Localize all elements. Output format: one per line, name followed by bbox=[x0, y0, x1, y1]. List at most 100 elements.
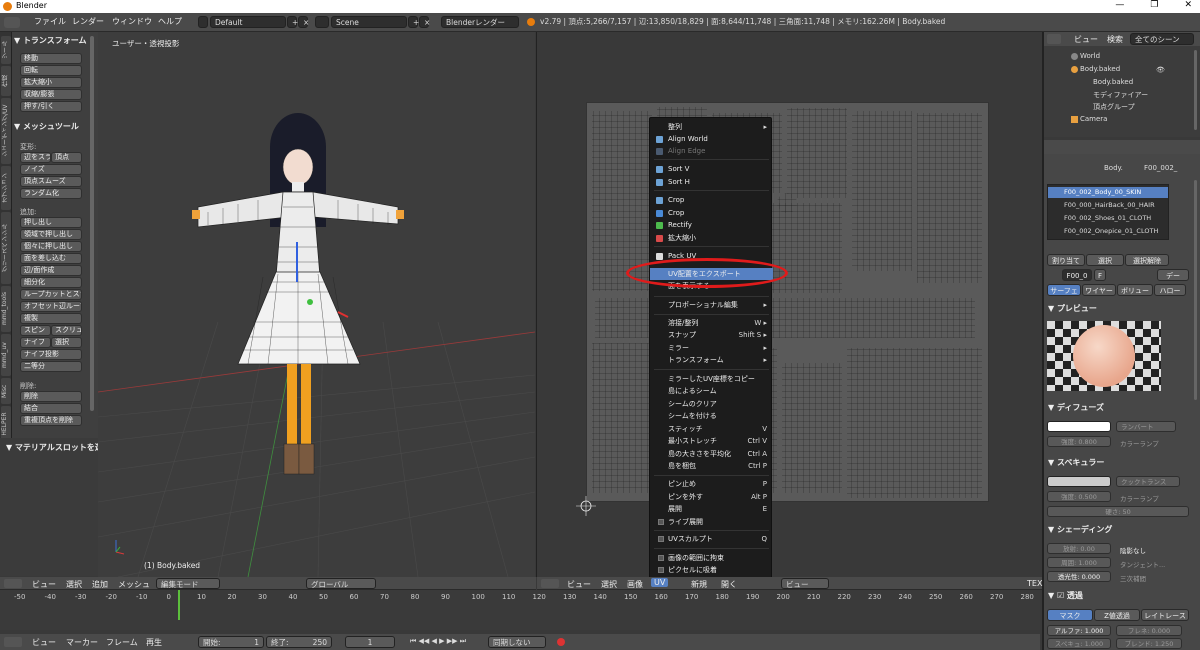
tab-create[interactable]: 作成 bbox=[1, 66, 11, 96]
scale-button[interactable]: 拡大縮小 bbox=[20, 77, 82, 88]
current-frame-indicator[interactable] bbox=[178, 590, 180, 620]
maximize-button[interactable]: ❐ bbox=[1150, 0, 1158, 10]
extrude-button[interactable]: 押し出し bbox=[20, 217, 82, 228]
knife-project-button[interactable]: ナイフ投影 bbox=[20, 349, 82, 360]
uv-view-menu[interactable]: ビュー bbox=[567, 579, 591, 590]
menu-file[interactable]: ファイル bbox=[34, 16, 66, 27]
tab-halo[interactable]: ハロー bbox=[1154, 284, 1186, 296]
scene-icon[interactable] bbox=[315, 16, 329, 28]
select-button[interactable]: 選択 bbox=[51, 337, 82, 348]
remove-doubles-button[interactable]: 重複頂点を削除 bbox=[20, 415, 82, 426]
3d-add-menu[interactable]: 追加 bbox=[92, 579, 108, 590]
push-pull-button[interactable]: 押す/引く bbox=[20, 101, 82, 112]
uv-image-menu[interactable]: 画像 bbox=[627, 579, 643, 590]
menu-item-pack-islands[interactable]: 島を梱包 Ctrl P bbox=[650, 460, 773, 472]
menu-item-proportional-edit[interactable]: プロポーショナル編集 ▸ bbox=[650, 299, 773, 311]
menu-item-unwrap[interactable]: 展開 E bbox=[650, 503, 773, 515]
loop-cut-button[interactable]: ループカットとスライド bbox=[20, 289, 82, 300]
diffuse-panel-title[interactable]: ▼ ディフューズ bbox=[1048, 402, 1104, 413]
tab-wire[interactable]: ワイヤー bbox=[1082, 284, 1116, 296]
layout-icon[interactable] bbox=[198, 16, 208, 28]
menu-item-constrain-to-image[interactable]: 画像の範囲に拘束 bbox=[650, 552, 773, 564]
diffuse-ramp-checkbox[interactable]: カラーランプ bbox=[1120, 438, 1159, 448]
blend-field[interactable]: ブレンド: 1.250 bbox=[1116, 638, 1182, 649]
menu-item-align[interactable]: 整列 ▸ bbox=[650, 121, 773, 133]
specular-intensity-field[interactable]: 強度: 0.500 bbox=[1047, 491, 1111, 502]
sync-mode-select[interactable]: 同期しない bbox=[488, 636, 546, 648]
layout-field[interactable]: Default bbox=[210, 16, 286, 28]
edge-slide-button[interactable]: 辺をスライド bbox=[20, 152, 51, 163]
outliner-editor-icon[interactable] bbox=[1047, 34, 1061, 44]
preview-panel-title[interactable]: ▼ プレビュー bbox=[1048, 303, 1097, 314]
transform-panel-title[interactable]: ▼ トランスフォーム bbox=[14, 35, 87, 46]
menu-item-minimize-stretch[interactable]: 最小ストレッチ Ctrl V bbox=[650, 435, 773, 447]
layout-add-button[interactable]: + bbox=[287, 16, 298, 28]
menu-item-clear-seam[interactable]: シームのクリア bbox=[650, 398, 773, 410]
inset-faces-button[interactable]: 面を差し込む bbox=[20, 253, 82, 264]
outliner-item-modifiers[interactable]: モディファイアー bbox=[1093, 90, 1148, 100]
mode-select[interactable]: 編集モード bbox=[156, 578, 220, 589]
outliner-search-menu[interactable]: 検索 bbox=[1107, 34, 1123, 45]
material-slot-item[interactable]: F00_000_HairBack_00_HAIR bbox=[1048, 200, 1168, 211]
properties-scrollbar[interactable] bbox=[1194, 180, 1197, 400]
material-data-select[interactable]: デー bbox=[1157, 269, 1189, 281]
material-name-field[interactable]: F00_0 bbox=[1062, 269, 1092, 281]
tab-shading-uv[interactable]: シェーディング/UV bbox=[1, 98, 11, 164]
assign-button[interactable]: 割り当て bbox=[1047, 254, 1085, 266]
rotate-button[interactable]: 回転 bbox=[20, 65, 82, 76]
menu-window[interactable]: ウィンドウ bbox=[112, 16, 152, 27]
fake-user-button[interactable]: F bbox=[1094, 269, 1106, 281]
mesh-tools-panel-title[interactable]: ▼ メッシュツール bbox=[14, 121, 79, 132]
delete-button[interactable]: 削除 bbox=[20, 391, 82, 402]
make-edge-face-button[interactable]: 辺/面作成 bbox=[20, 265, 82, 276]
outliner-item-body-baked[interactable]: Body.baked bbox=[1080, 65, 1120, 73]
noise-button[interactable]: ノイズ bbox=[20, 164, 82, 175]
outliner-scrollbar[interactable] bbox=[1194, 50, 1197, 130]
specular-ramp-checkbox[interactable]: カラーランプ bbox=[1120, 493, 1159, 503]
3d-editor-type-icon[interactable] bbox=[4, 579, 22, 588]
screw-button[interactable]: スクリュー bbox=[51, 325, 82, 336]
move-button[interactable]: 移動 bbox=[20, 53, 82, 64]
record-icon[interactable] bbox=[557, 638, 565, 646]
menu-item-pin[interactable]: ピン止め P bbox=[650, 478, 773, 490]
spin-button[interactable]: スピン bbox=[20, 325, 51, 336]
start-frame-field[interactable]: 開始: 1 bbox=[198, 636, 264, 648]
menu-item-crop-2[interactable]: Crop bbox=[650, 207, 773, 219]
close-button[interactable]: ✕ bbox=[1184, 0, 1192, 10]
transparency-mask-button[interactable]: マスク bbox=[1047, 609, 1093, 621]
menu-item-crop[interactable]: Crop bbox=[650, 194, 773, 206]
menu-item-sort-v[interactable]: Sort V bbox=[650, 163, 773, 175]
layout-remove-button[interactable]: × bbox=[298, 16, 309, 28]
menu-item-weld-align[interactable]: 溶接/整列 W ▸ bbox=[650, 317, 773, 329]
menu-item-rectify[interactable]: Rectify bbox=[650, 219, 773, 231]
menu-item-uv-sculpt[interactable]: UVスカルプト Q bbox=[650, 533, 773, 545]
uv-view-select[interactable]: ビュー bbox=[781, 578, 829, 589]
menu-item-mirror[interactable]: ミラー ▸ bbox=[650, 342, 773, 354]
knife-button[interactable]: ナイフ bbox=[20, 337, 51, 348]
tab-surface[interactable]: サーフェ bbox=[1047, 284, 1081, 296]
tab-options[interactable]: オプション bbox=[1, 166, 11, 210]
smooth-vertex-button[interactable]: 頂点スムーズ bbox=[20, 176, 82, 187]
deselect-material-button[interactable]: 選択解除 bbox=[1125, 254, 1169, 266]
timeline-frame-menu[interactable]: フレーム bbox=[106, 637, 138, 648]
hardness-field[interactable]: 硬さ: 50 bbox=[1047, 506, 1189, 517]
tab-misc[interactable]: Misc bbox=[1, 378, 11, 404]
scene-remove-button[interactable]: × bbox=[419, 16, 430, 28]
uv-new-image-button[interactable]: 新規 bbox=[691, 579, 707, 590]
outliner-item-world[interactable]: World bbox=[1080, 52, 1100, 60]
tab-grease-pencil[interactable]: グリースペンシル bbox=[1, 212, 11, 284]
extrude-individual-button[interactable]: 個々に押し出し bbox=[20, 241, 82, 252]
randomize-button[interactable]: ランダム化 bbox=[20, 188, 82, 199]
diffuse-color-swatch[interactable] bbox=[1047, 421, 1111, 432]
outliner-item-vertex-groups[interactable]: 頂点グループ bbox=[1093, 102, 1135, 112]
3d-viewport[interactable]: ユーザー・透視投影 (1) Body.baked bbox=[98, 32, 535, 577]
outliner[interactable]: ビュー 検索 全てのシーン World Body.baked Body.bake… bbox=[1044, 32, 1200, 137]
tool-shelf-scrollbar[interactable] bbox=[90, 36, 94, 411]
editor-type-icon[interactable] bbox=[4, 17, 20, 28]
menu-item-live-unwrap[interactable]: ライブ展開 bbox=[650, 516, 773, 528]
transparency-panel-title[interactable]: ▼ ☑ 透過 bbox=[1048, 590, 1083, 601]
uv-select-menu[interactable]: 選択 bbox=[601, 579, 617, 590]
tab-mmd-tools[interactable]: mmd_tools bbox=[1, 286, 11, 332]
material-slot-item[interactable]: F00_002_Body_00_SKIN bbox=[1048, 187, 1168, 198]
extrude-region-button[interactable]: 領域で押し出し bbox=[20, 229, 82, 240]
